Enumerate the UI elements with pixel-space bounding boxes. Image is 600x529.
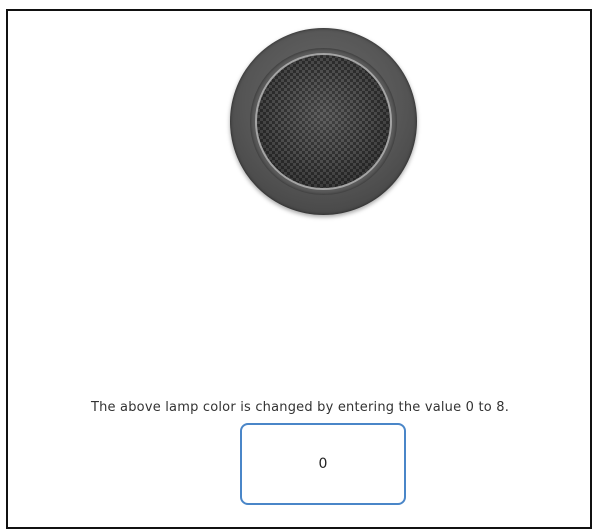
lamp-icon [230,28,417,215]
instruction-text: The above lamp color is changed by enter… [90,400,510,415]
lamp-lens [255,53,392,190]
lamp-value-input[interactable] [240,423,406,505]
